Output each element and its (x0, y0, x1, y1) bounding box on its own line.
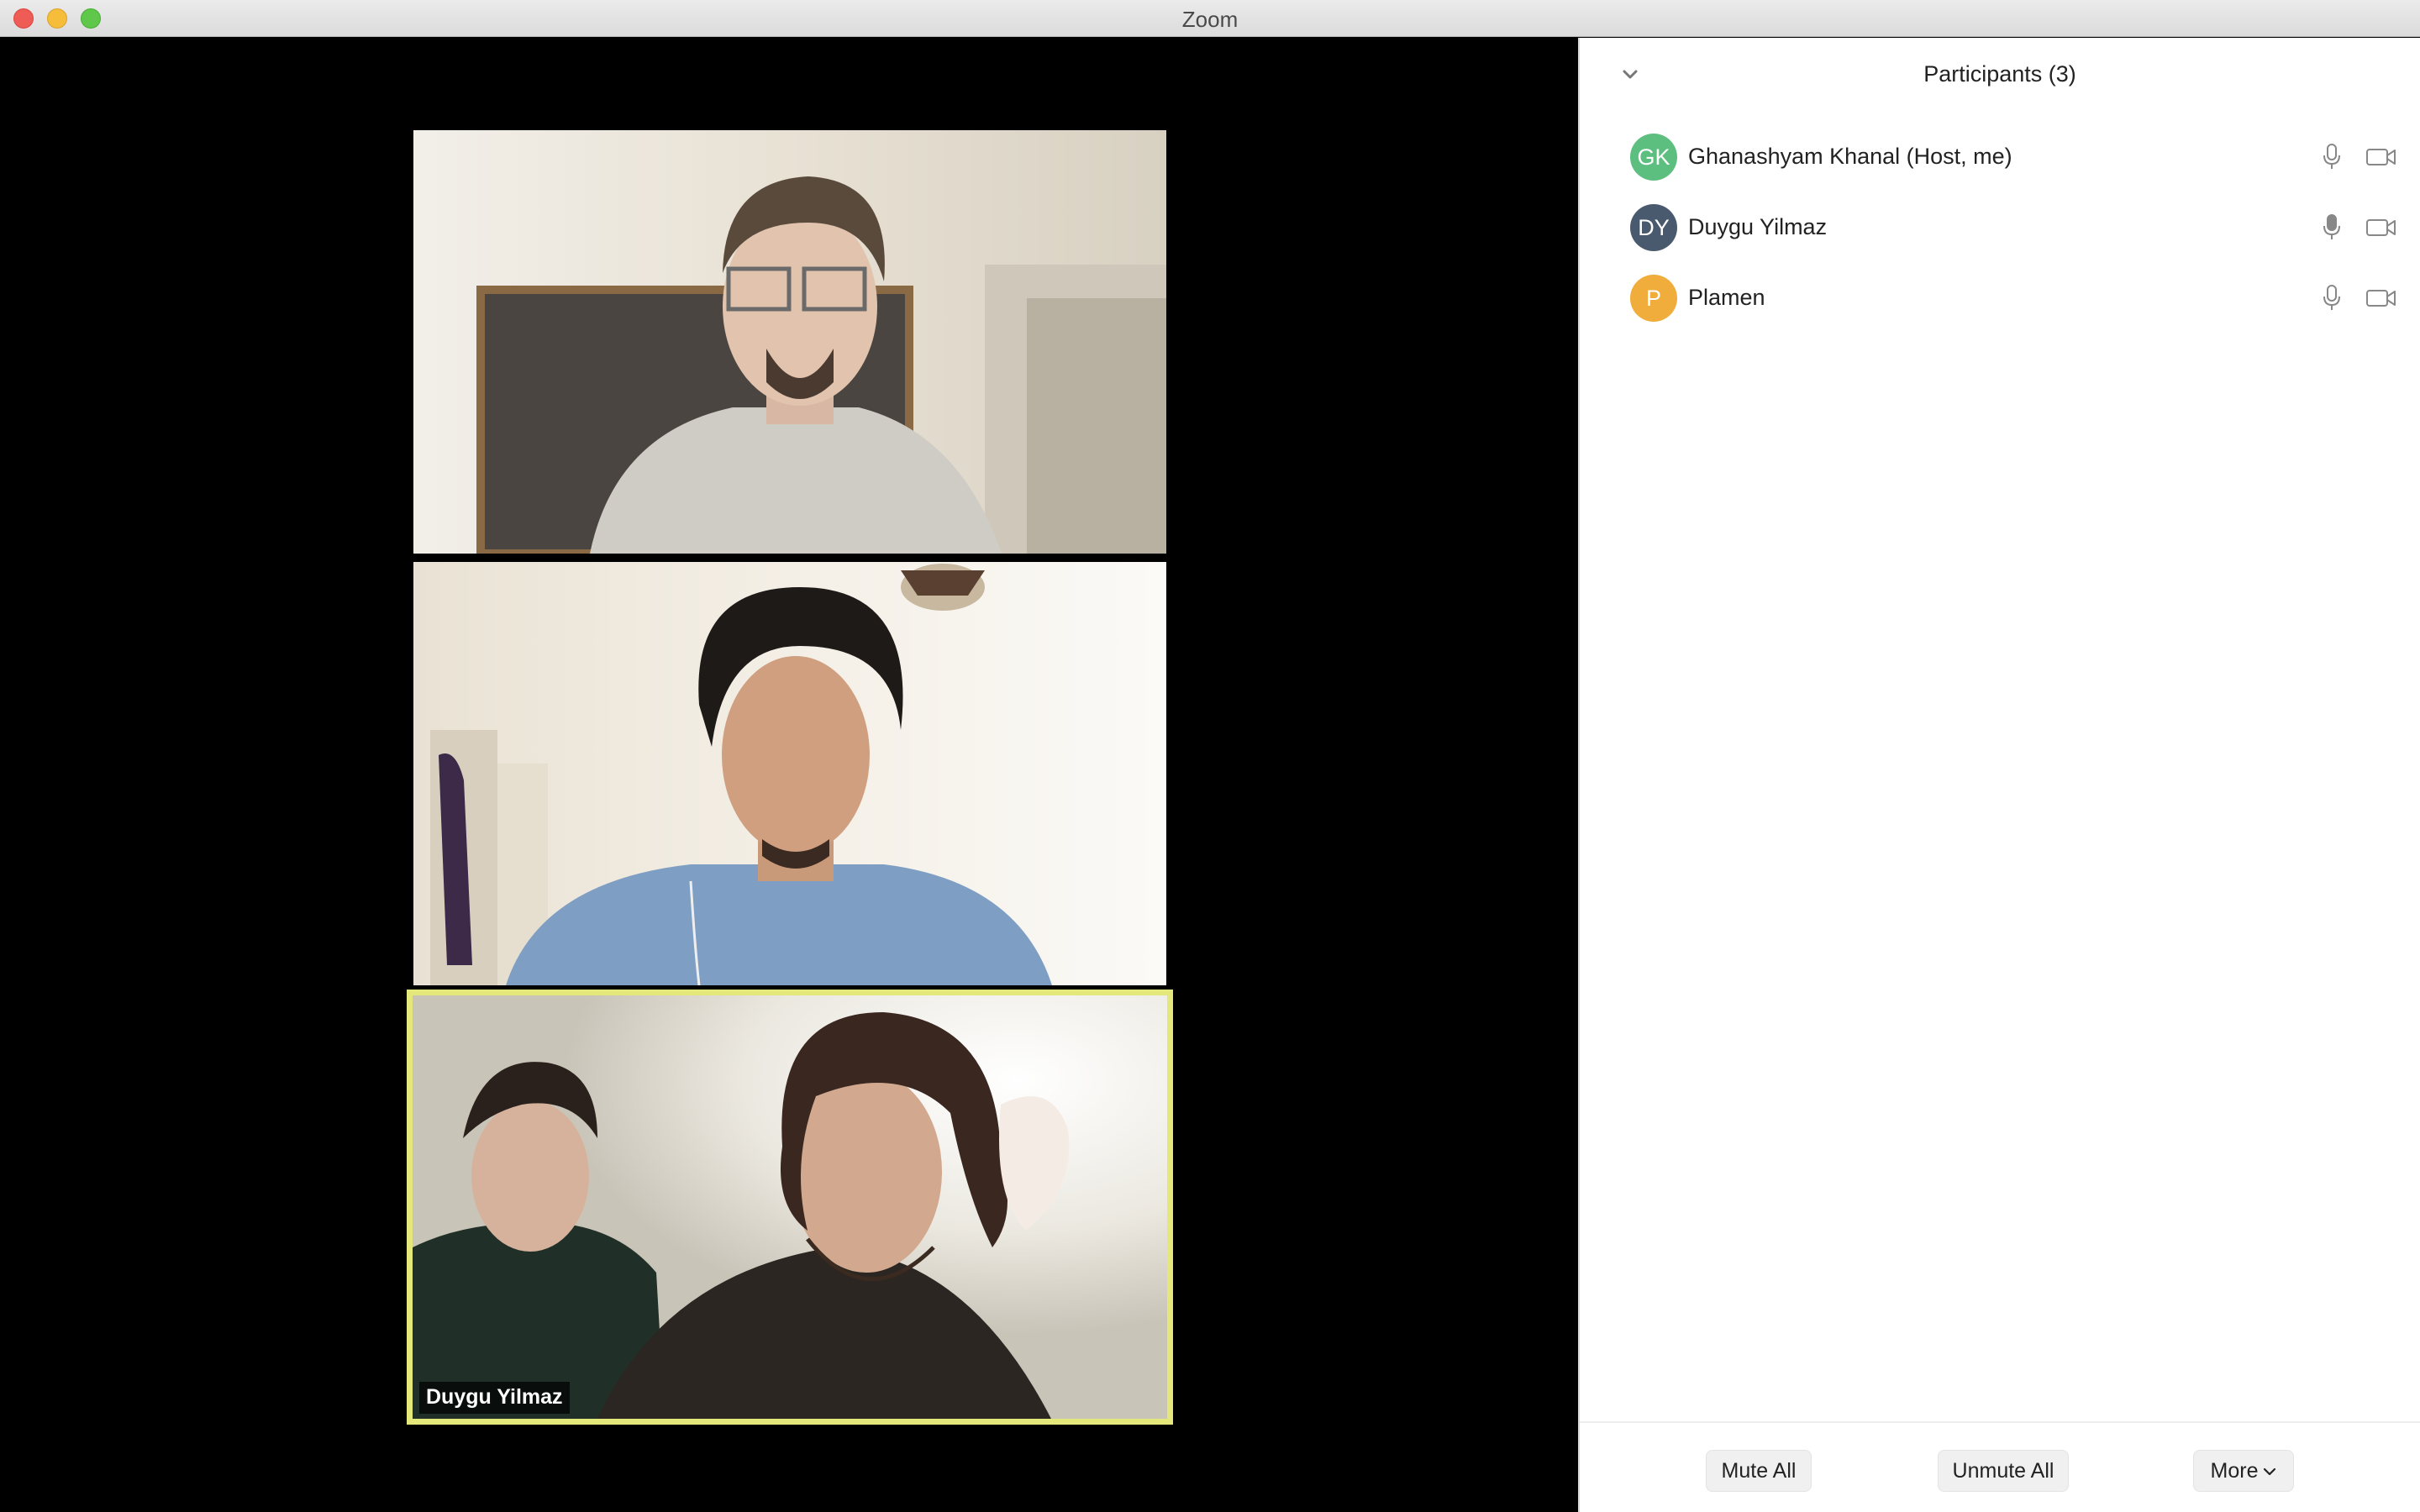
mic-active-icon[interactable] (2323, 214, 2341, 241)
window-title: Zoom (1181, 7, 1239, 32)
video-camera-icon[interactable] (2366, 147, 2396, 167)
participant-video-feed (413, 995, 1167, 1419)
participant-row[interactable]: DY Duygu Yilmaz (1580, 192, 2420, 263)
video-tile[interactable] (413, 562, 1166, 985)
chevron-down-icon (2264, 1468, 2276, 1476)
avatar: P (1630, 275, 1677, 322)
participants-list: GK Ghanashyam Khanal (Host, me) DY Duygu… (1580, 122, 2420, 333)
participant-name: Plamen (1688, 285, 1765, 310)
avatar: DY (1630, 204, 1677, 251)
participant-video-feed (413, 130, 1166, 554)
mute-all-button[interactable]: Mute All (1706, 1450, 1812, 1492)
speaker-name-label: Duygu Yilmaz (419, 1382, 570, 1414)
participants-title: Participants (3) (1923, 61, 2076, 87)
video-gallery: Duygu Yilmaz (0, 38, 1578, 1512)
participant-row[interactable]: P Plamen (1580, 263, 2420, 333)
participant-name: Ghanashyam Khanal (Host, me) (1688, 144, 2012, 169)
unmute-all-button[interactable]: Unmute All (1938, 1450, 2069, 1492)
zoom-window: Zoom Duygu Yilmaz Participants (3) GK Gh… (0, 0, 2420, 1512)
participant-video-feed (413, 562, 1166, 985)
participants-panel-header: Participants (3) (1580, 38, 2420, 113)
mic-icon[interactable] (2323, 285, 2341, 312)
title-bar: Zoom (0, 0, 2420, 37)
video-tile[interactable] (413, 130, 1166, 554)
participants-panel: Participants (3) GK Ghanashyam Khanal (H… (1578, 38, 2420, 1512)
video-camera-icon[interactable] (2366, 288, 2396, 308)
video-camera-icon[interactable] (2366, 218, 2396, 238)
mic-icon[interactable] (2323, 144, 2341, 171)
participant-name: Duygu Yilmaz (1688, 214, 1828, 239)
avatar: GK (1630, 134, 1677, 181)
more-label: More (2210, 1459, 2259, 1483)
active-speaker-video-tile[interactable]: Duygu Yilmaz (407, 990, 1173, 1425)
participants-footer: Mute All Unmute All More (1580, 1421, 2420, 1512)
participant-row[interactable]: GK Ghanashyam Khanal (Host, me) (1580, 122, 2420, 192)
more-button[interactable]: More (2193, 1450, 2294, 1492)
